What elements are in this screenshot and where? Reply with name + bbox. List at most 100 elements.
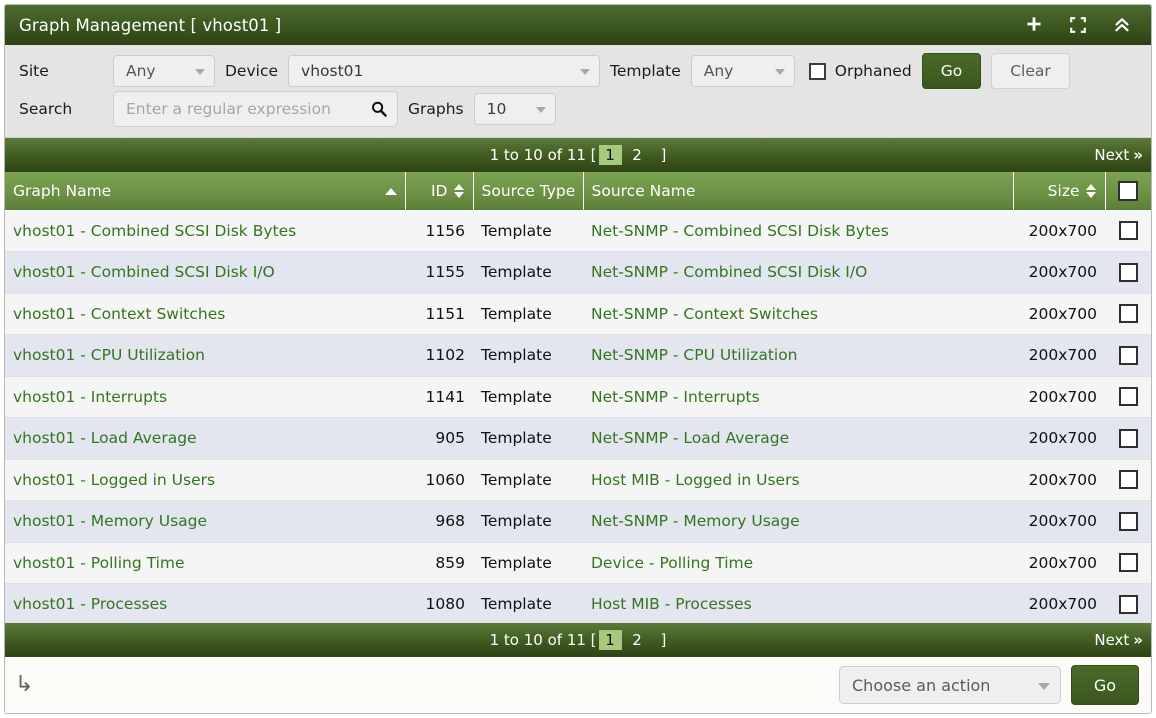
cell-graph-name[interactable]: vhost01 - Logged in Users: [5, 459, 405, 501]
cell-source-type-value: Template: [481, 595, 552, 613]
template-select[interactable]: Any: [691, 55, 795, 87]
cell-source-name[interactable]: Net-SNMP - Context Switches: [583, 293, 1013, 335]
cell-graph-name-value[interactable]: vhost01 - Polling Time: [13, 554, 185, 572]
cell-graph-name[interactable]: vhost01 - Load Average: [5, 418, 405, 460]
cell-row-select[interactable]: [1105, 501, 1151, 543]
search-input[interactable]: Enter a regular expression: [113, 91, 398, 127]
row-checkbox[interactable]: [1119, 387, 1138, 406]
table-row[interactable]: vhost01 - Interrupts1141TemplateNet-SNMP…: [5, 376, 1151, 418]
graphs-select[interactable]: 10: [474, 93, 556, 125]
cell-source-name[interactable]: Net-SNMP - Combined SCSI Disk Bytes: [583, 210, 1013, 252]
add-icon[interactable]: [1023, 14, 1045, 36]
row-checkbox[interactable]: [1119, 346, 1138, 365]
expand-icon[interactable]: [1067, 14, 1089, 36]
cell-graph-name[interactable]: vhost01 - Combined SCSI Disk Bytes: [5, 210, 405, 252]
filter-clear-button[interactable]: Clear: [991, 53, 1070, 89]
table-row[interactable]: vhost01 - Processes1080TemplateHost MIB …: [5, 584, 1151, 624]
column-header-id[interactable]: ID: [405, 172, 473, 210]
row-checkbox[interactable]: [1119, 470, 1138, 489]
row-checkbox[interactable]: [1119, 512, 1138, 531]
cell-source-name[interactable]: Host MIB - Processes: [583, 584, 1013, 624]
table-row[interactable]: vhost01 - Logged in Users1060TemplateHos…: [5, 459, 1151, 501]
filter-go-button[interactable]: Go: [922, 53, 982, 89]
row-checkbox[interactable]: [1119, 595, 1138, 614]
table-row[interactable]: vhost01 - Combined SCSI Disk I/O1155Temp…: [5, 252, 1151, 294]
cell-graph-name-value[interactable]: vhost01 - Context Switches: [13, 305, 225, 323]
page-link-1[interactable]: 1: [599, 145, 622, 165]
table-row[interactable]: vhost01 - Context Switches1151TemplateNe…: [5, 293, 1151, 335]
cell-source-name-value[interactable]: Net-SNMP - Context Switches: [591, 305, 818, 323]
cell-graph-name-value[interactable]: vhost01 - Memory Usage: [13, 512, 207, 530]
cell-row-select[interactable]: [1105, 418, 1151, 460]
row-checkbox[interactable]: [1119, 304, 1138, 323]
cell-source-name[interactable]: Net-SNMP - CPU Utilization: [583, 335, 1013, 377]
column-header-size[interactable]: Size: [1013, 172, 1105, 210]
search-icon[interactable]: [369, 99, 389, 119]
cell-graph-name-value[interactable]: vhost01 - Combined SCSI Disk I/O: [13, 263, 275, 281]
action-select[interactable]: Choose an action: [839, 666, 1061, 704]
row-checkbox[interactable]: [1119, 263, 1138, 282]
cell-row-select[interactable]: [1105, 376, 1151, 418]
cell-source-name-value[interactable]: Host MIB - Processes: [591, 595, 752, 613]
device-select[interactable]: vhost01: [288, 55, 600, 87]
orphaned-checkbox[interactable]: [809, 63, 826, 80]
column-header-source-name[interactable]: Source Name: [583, 172, 1013, 210]
site-select[interactable]: Any: [113, 55, 215, 87]
action-go-button[interactable]: Go: [1071, 665, 1139, 705]
row-checkbox[interactable]: [1119, 553, 1138, 572]
cell-source-name-value[interactable]: Net-SNMP - Combined SCSI Disk Bytes: [591, 222, 889, 240]
cell-graph-name-value[interactable]: vhost01 - Load Average: [13, 429, 197, 447]
table-row[interactable]: vhost01 - Combined SCSI Disk Bytes1156Te…: [5, 210, 1151, 252]
table-row[interactable]: vhost01 - Memory Usage968TemplateNet-SNM…: [5, 501, 1151, 543]
cell-graph-name[interactable]: vhost01 - CPU Utilization: [5, 335, 405, 377]
column-header-source-type[interactable]: Source Type: [473, 172, 583, 210]
cell-graph-name-value[interactable]: vhost01 - Interrupts: [13, 388, 167, 406]
cell-source-name[interactable]: Net-SNMP - Load Average: [583, 418, 1013, 460]
cell-source-name-value[interactable]: Net-SNMP - Interrupts: [591, 388, 760, 406]
column-header-graph-name[interactable]: Graph Name: [5, 172, 405, 210]
cell-graph-name-value[interactable]: vhost01 - Processes: [13, 595, 167, 613]
cell-row-select[interactable]: [1105, 459, 1151, 501]
cell-source-name[interactable]: Net-SNMP - Interrupts: [583, 376, 1013, 418]
cell-row-select[interactable]: [1105, 210, 1151, 252]
cell-graph-name[interactable]: vhost01 - Processes: [5, 584, 405, 624]
cell-row-select[interactable]: [1105, 335, 1151, 377]
cell-graph-name-value[interactable]: vhost01 - Logged in Users: [13, 471, 215, 489]
page-link-1[interactable]: 1: [599, 630, 622, 650]
page-link-2[interactable]: 2: [626, 630, 649, 650]
select-all-checkbox[interactable]: [1118, 181, 1138, 201]
cell-source-name[interactable]: Net-SNMP - Memory Usage: [583, 501, 1013, 543]
row-checkbox[interactable]: [1119, 429, 1138, 448]
cell-graph-name[interactable]: vhost01 - Interrupts: [5, 376, 405, 418]
cell-source-name[interactable]: Net-SNMP - Combined SCSI Disk I/O: [583, 252, 1013, 294]
cell-source-name-value[interactable]: Net-SNMP - Load Average: [591, 429, 789, 447]
table-row[interactable]: vhost01 - CPU Utilization1102TemplateNet…: [5, 335, 1151, 377]
cell-source-type-value: Template: [481, 554, 552, 572]
cell-source-name[interactable]: Host MIB - Logged in Users: [583, 459, 1013, 501]
cell-source-name-value[interactable]: Device - Polling Time: [591, 554, 753, 572]
page-link-2[interactable]: 2: [626, 145, 649, 165]
cell-graph-name[interactable]: vhost01 - Memory Usage: [5, 501, 405, 543]
cell-row-select[interactable]: [1105, 542, 1151, 584]
table-row[interactable]: vhost01 - Load Average905TemplateNet-SNM…: [5, 418, 1151, 460]
column-header-select-all[interactable]: [1105, 172, 1151, 210]
cell-source-name[interactable]: Device - Polling Time: [583, 542, 1013, 584]
pagination-summary: 1 to 10 of 11 [: [490, 631, 597, 649]
cell-source-name-value[interactable]: Net-SNMP - Combined SCSI Disk I/O: [591, 263, 867, 281]
chevron-double-up-icon[interactable]: [1111, 14, 1133, 36]
row-checkbox[interactable]: [1119, 221, 1138, 240]
cell-row-select[interactable]: [1105, 252, 1151, 294]
cell-source-name-value[interactable]: Host MIB - Logged in Users: [591, 471, 800, 489]
cell-graph-name[interactable]: vhost01 - Polling Time: [5, 542, 405, 584]
cell-graph-name-value[interactable]: vhost01 - Combined SCSI Disk Bytes: [13, 222, 296, 240]
cell-source-name-value[interactable]: Net-SNMP - Memory Usage: [591, 512, 800, 530]
cell-graph-name[interactable]: vhost01 - Context Switches: [5, 293, 405, 335]
cell-row-select[interactable]: [1105, 293, 1151, 335]
next-page-link-bottom[interactable]: Next »: [1094, 631, 1141, 649]
cell-source-name-value[interactable]: Net-SNMP - CPU Utilization: [591, 346, 798, 364]
table-row[interactable]: vhost01 - Polling Time859TemplateDevice …: [5, 542, 1151, 584]
next-page-link-top[interactable]: Next »: [1094, 146, 1141, 164]
cell-graph-name-value[interactable]: vhost01 - CPU Utilization: [13, 346, 205, 364]
cell-graph-name[interactable]: vhost01 - Combined SCSI Disk I/O: [5, 252, 405, 294]
cell-row-select[interactable]: [1105, 584, 1151, 624]
